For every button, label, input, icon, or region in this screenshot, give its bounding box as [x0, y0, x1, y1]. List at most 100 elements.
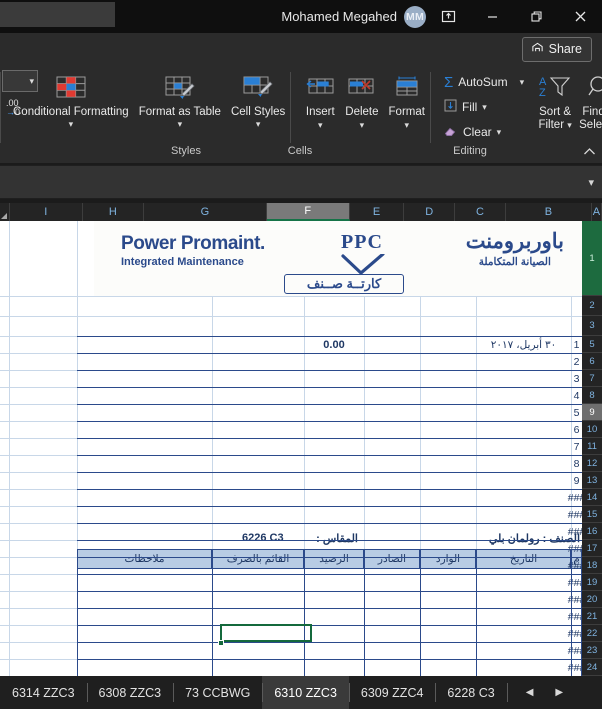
- cell-balance[interactable]: [304, 574, 364, 591]
- cell-balance[interactable]: [304, 523, 364, 540]
- row-header-23[interactable]: 23: [582, 642, 602, 659]
- cell-incoming[interactable]: [420, 404, 476, 421]
- row-header-12[interactable]: 12: [582, 455, 602, 472]
- sheet-tab[interactable]: 6314 ZZC3: [0, 676, 87, 709]
- cell-seq[interactable]: ###: [568, 591, 586, 608]
- cell-issuer[interactable]: [212, 438, 304, 455]
- cell-issuer[interactable]: [212, 404, 304, 421]
- close-icon[interactable]: [558, 0, 602, 33]
- cell-notes[interactable]: [77, 659, 212, 676]
- row-header-22[interactable]: 22: [582, 625, 602, 642]
- cell-seq[interactable]: 1: [571, 336, 582, 353]
- cell-balance[interactable]: [304, 540, 364, 557]
- cell-notes[interactable]: [77, 421, 212, 438]
- column-header-d[interactable]: D: [404, 203, 456, 221]
- format-cells-button[interactable]: Format ▾: [384, 66, 430, 130]
- selected-cell[interactable]: [220, 624, 312, 642]
- column-header-f[interactable]: F: [266, 203, 350, 221]
- column-header-a[interactable]: A: [592, 203, 602, 221]
- cell-seq[interactable]: 4: [571, 387, 582, 404]
- cell-incoming[interactable]: [420, 557, 476, 574]
- cell-incoming[interactable]: [420, 455, 476, 472]
- tab-next-icon[interactable]: ▶: [555, 687, 563, 698]
- cell-issuer[interactable]: [212, 523, 304, 540]
- cell-issuer[interactable]: [212, 557, 304, 574]
- share-button[interactable]: Share: [521, 37, 592, 62]
- cell-issuer[interactable]: [212, 353, 304, 370]
- cell-date[interactable]: [476, 642, 571, 659]
- cell-incoming[interactable]: [420, 489, 476, 506]
- column-header-g[interactable]: G: [144, 203, 267, 221]
- sort-filter-button[interactable]: A Z Sort & Filter ▾: [524, 66, 577, 132]
- cell-issuer[interactable]: [212, 336, 304, 353]
- cell-date[interactable]: [476, 506, 571, 523]
- cell-date[interactable]: [476, 608, 571, 625]
- column-header-c[interactable]: C: [455, 203, 506, 221]
- cell-issuer[interactable]: [212, 659, 304, 676]
- cell-issuer[interactable]: [212, 506, 304, 523]
- row-header-5[interactable]: 5: [582, 336, 602, 353]
- conditional-formatting-button[interactable]: Conditional Formatting ▾: [8, 66, 134, 129]
- cell-balance[interactable]: [304, 608, 364, 625]
- cell-balance[interactable]: [304, 387, 364, 404]
- cell-balance[interactable]: [304, 659, 364, 676]
- cell-issuer[interactable]: [212, 370, 304, 387]
- cell-date[interactable]: [476, 591, 571, 608]
- column-header-e[interactable]: E: [350, 203, 405, 221]
- cell-notes[interactable]: [77, 353, 212, 370]
- sheet-tab[interactable]: 6309 ZZC4: [348, 676, 436, 709]
- cell-notes[interactable]: [77, 370, 212, 387]
- sheet-tab[interactable]: 6310 ZZC3: [262, 676, 349, 709]
- cell-outgoing[interactable]: [364, 506, 420, 523]
- cell-issuer[interactable]: [212, 489, 304, 506]
- cell-date[interactable]: [476, 574, 571, 591]
- select-all-corner[interactable]: [0, 203, 11, 221]
- cell-incoming[interactable]: [420, 540, 476, 557]
- sheet-tab-bar[interactable]: 6314 ZZC3 6308 ZZC3 73 CCBWG 6310 ZZC3 6309 …: [0, 676, 602, 709]
- format-as-table-button[interactable]: Format as Table ▾: [134, 66, 226, 129]
- cell-balance[interactable]: [304, 506, 364, 523]
- formula-bar[interactable]: ▾: [0, 165, 602, 199]
- column-header-b[interactable]: B: [506, 203, 592, 221]
- cell-incoming[interactable]: [420, 574, 476, 591]
- cell-outgoing[interactable]: [364, 574, 420, 591]
- autosum-button[interactable]: Σ AutoSum: [440, 71, 512, 93]
- cell-seq[interactable]: 2: [571, 353, 582, 370]
- cell-outgoing[interactable]: [364, 608, 420, 625]
- row-header-24[interactable]: 24: [582, 659, 602, 676]
- cell-seq[interactable]: 6: [571, 421, 582, 438]
- cell-date[interactable]: [476, 472, 571, 489]
- cell-notes[interactable]: [77, 404, 212, 421]
- cell-balance[interactable]: [304, 557, 364, 574]
- cell-incoming[interactable]: [420, 659, 476, 676]
- cell-date[interactable]: [476, 625, 571, 642]
- sheet-tab[interactable]: 6228 C3: [435, 676, 506, 709]
- cell-incoming[interactable]: [420, 608, 476, 625]
- cell-notes[interactable]: [77, 472, 212, 489]
- tab-prev-icon[interactable]: ◀: [526, 687, 534, 698]
- cell-incoming[interactable]: [420, 370, 476, 387]
- cell-issuer[interactable]: [212, 608, 304, 625]
- column-header-i[interactable]: I: [10, 203, 83, 221]
- cell-seq[interactable]: 7: [571, 438, 582, 455]
- cell-incoming[interactable]: [420, 625, 476, 642]
- cell-seq[interactable]: 8: [571, 455, 582, 472]
- cell-seq[interactable]: ###: [568, 574, 586, 591]
- cell-outgoing[interactable]: [364, 642, 420, 659]
- row-header-19[interactable]: 19: [582, 574, 602, 591]
- fill-handle[interactable]: [218, 640, 224, 646]
- cell-balance[interactable]: [304, 625, 364, 642]
- row-header-11[interactable]: 11: [582, 438, 602, 455]
- cell-notes[interactable]: [77, 336, 212, 353]
- cell-outgoing[interactable]: [364, 353, 420, 370]
- cell-balance[interactable]: 0.00: [304, 336, 364, 353]
- cell-outgoing[interactable]: [364, 370, 420, 387]
- minimize-icon[interactable]: [470, 0, 514, 33]
- cell-outgoing[interactable]: [364, 336, 420, 353]
- cell-incoming[interactable]: [420, 591, 476, 608]
- cell-seq[interactable]: ###: [568, 659, 586, 676]
- cell-incoming[interactable]: [420, 472, 476, 489]
- cell-date[interactable]: [476, 557, 571, 574]
- cell-outgoing[interactable]: [364, 540, 420, 557]
- cell-outgoing[interactable]: [364, 387, 420, 404]
